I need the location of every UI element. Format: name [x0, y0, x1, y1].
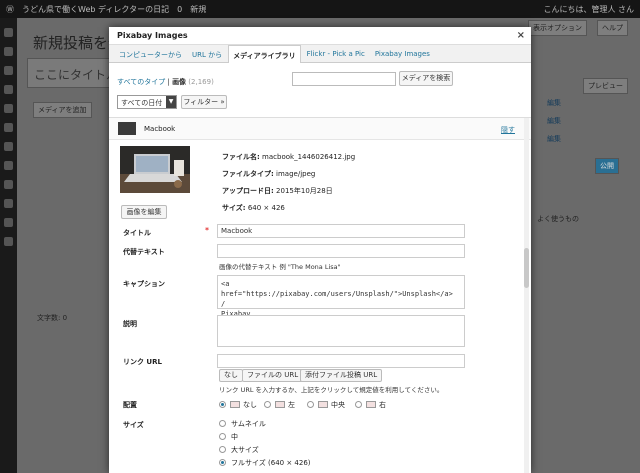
size-medium-radio[interactable] — [219, 433, 226, 440]
link-url-label: リンク URL — [123, 358, 162, 366]
align-none-label: なし — [243, 401, 257, 409]
menu-icon[interactable] — [4, 104, 13, 113]
site-name[interactable]: うどん県で働くWeb ディレクターの日記 — [22, 4, 169, 15]
align-right-radio[interactable] — [355, 401, 362, 408]
tab-media-library[interactable]: メディアライブラリ — [228, 45, 301, 63]
menu-icon[interactable] — [4, 142, 13, 151]
align-right-icon — [366, 401, 376, 408]
link-file-button[interactable]: ファイルの URL — [242, 369, 304, 382]
add-media-button[interactable]: メディアを追加 — [33, 102, 92, 118]
title-input[interactable]: Macbook — [217, 224, 465, 238]
link-url-input[interactable] — [217, 354, 465, 368]
wp-logo-icon[interactable]: Ⓦ — [6, 4, 14, 15]
media-search-input[interactable] — [292, 72, 396, 86]
modal-header: Pixabay Images × — [109, 27, 531, 45]
meta-upload-date: アップロード日: 2015年10月28日 — [222, 187, 333, 195]
tab-pixabay[interactable]: Pixabay Images — [371, 45, 434, 63]
align-label: 配置 — [123, 401, 137, 409]
align-center-label: 中央 — [331, 401, 345, 409]
media-modal: Pixabay Images × コンピューターから URL から メディアライ… — [109, 27, 531, 473]
modal-title: Pixabay Images — [117, 31, 188, 40]
menu-icon[interactable] — [4, 218, 13, 227]
align-none-icon — [230, 401, 240, 408]
filter-button[interactable]: フィルター » — [181, 95, 227, 109]
description-textarea[interactable] — [217, 315, 465, 347]
description-label: 説明 — [123, 320, 137, 328]
menu-icon[interactable] — [4, 123, 13, 132]
tab-url[interactable]: URL から — [188, 45, 226, 63]
size-thumbnail-label: サムネイル — [231, 420, 266, 428]
menu-icon[interactable] — [4, 237, 13, 246]
alt-help: 画像の代替テキスト 例 "The Mona Lisa" — [219, 263, 341, 271]
alt-label: 代替テキスト — [123, 248, 165, 256]
modal-tabs: コンピューターから URL から メディアライブラリ Flickr - Pick… — [109, 45, 531, 63]
screen-options-button[interactable]: 表示オプション — [528, 20, 587, 36]
chevron-down-icon: ▼ — [166, 96, 176, 108]
admin-sidebar — [0, 18, 17, 473]
filter-all-types[interactable]: すべてのタイプ — [117, 78, 165, 86]
caption-label: キャプション — [123, 280, 165, 288]
meta-filename: ファイル名: macbook_1446026412.jpg — [222, 153, 356, 161]
size-large-label: 大サイズ — [231, 446, 259, 454]
help-button[interactable]: ヘルプ — [597, 20, 628, 36]
tab-flickr[interactable]: Flickr - Pick a Pic — [303, 45, 369, 63]
menu-icon[interactable] — [4, 47, 13, 56]
align-left-label: 左 — [288, 401, 295, 409]
side-edit-link: 編集 — [547, 117, 561, 125]
required-mark: * — [205, 226, 209, 235]
often-used-tab[interactable]: よく使うもの — [537, 214, 579, 224]
caption-textarea[interactable]: <a href="https://pixabay.com/users/Unspl… — [217, 275, 465, 318]
filter-images[interactable]: 画像 — [172, 78, 186, 86]
comments-count[interactable]: 0 — [177, 5, 182, 14]
word-count: 文字数: 0 — [37, 314, 68, 322]
media-item-header: Macbook 隠す — [109, 118, 531, 140]
type-filter: すべてのタイプ | 画像 (2,169) — [117, 78, 214, 86]
align-left-icon — [275, 401, 285, 408]
side-edit-link: 編集 — [547, 135, 561, 143]
item-thumbnail — [118, 122, 136, 135]
align-center-radio[interactable] — [307, 401, 314, 408]
meta-size: サイズ: 640 × 426 — [222, 204, 285, 212]
link-help: リンク URL を入力するか、上記をクリックして規定値を利用してください。 — [219, 386, 444, 394]
size-full-radio[interactable] — [219, 459, 226, 466]
link-post-button[interactable]: 添付ファイル投稿 URL — [300, 369, 383, 382]
menu-icon[interactable] — [4, 66, 13, 75]
size-label: サイズ — [123, 421, 144, 429]
size-medium-label: 中 — [231, 433, 238, 441]
link-none-button[interactable]: なし — [219, 369, 243, 382]
hide-link[interactable]: 隠す — [501, 125, 515, 135]
scrollbar[interactable] — [524, 118, 529, 473]
meta-filetype: ファイルタイプ: image/jpeg — [222, 170, 316, 178]
edit-image-button[interactable]: 画像を編集 — [121, 205, 167, 219]
size-full-label: フルサイズ (640 × 426) — [231, 459, 311, 467]
date-select[interactable]: すべての日付 ▼ — [117, 95, 177, 109]
align-left-radio[interactable] — [264, 401, 271, 408]
greeting[interactable]: こんにちは、管理人 さん — [543, 4, 634, 15]
new-post-link[interactable]: 新規 — [190, 4, 206, 15]
alt-input[interactable] — [217, 244, 465, 258]
align-right-label: 右 — [379, 401, 386, 409]
filter-count: (2,169) — [188, 78, 214, 86]
side-edit-link: 編集 — [547, 99, 561, 107]
publish-button[interactable]: 公開 — [595, 158, 619, 174]
admin-bar: Ⓦ うどん県で働くWeb ディレクターの日記 0 新規 こんにちは、管理人 さん — [0, 0, 640, 18]
menu-icon[interactable] — [4, 199, 13, 208]
close-icon[interactable]: × — [517, 30, 525, 41]
tab-computer[interactable]: コンピューターから — [115, 45, 186, 63]
item-name: Macbook — [144, 125, 176, 133]
menu-icon[interactable] — [4, 180, 13, 189]
title-label: タイトル — [123, 229, 151, 237]
preview-button[interactable]: プレビュー — [583, 78, 628, 94]
menu-icon[interactable] — [4, 161, 13, 170]
macbook-photo — [120, 146, 190, 193]
align-center-icon — [318, 401, 328, 408]
menu-icon[interactable] — [4, 28, 13, 37]
align-none-radio[interactable] — [219, 401, 226, 408]
media-search-button[interactable]: メディアを検索 — [399, 71, 453, 86]
size-thumbnail-radio[interactable] — [219, 420, 226, 427]
size-large-radio[interactable] — [219, 446, 226, 453]
menu-icon[interactable] — [4, 85, 13, 94]
